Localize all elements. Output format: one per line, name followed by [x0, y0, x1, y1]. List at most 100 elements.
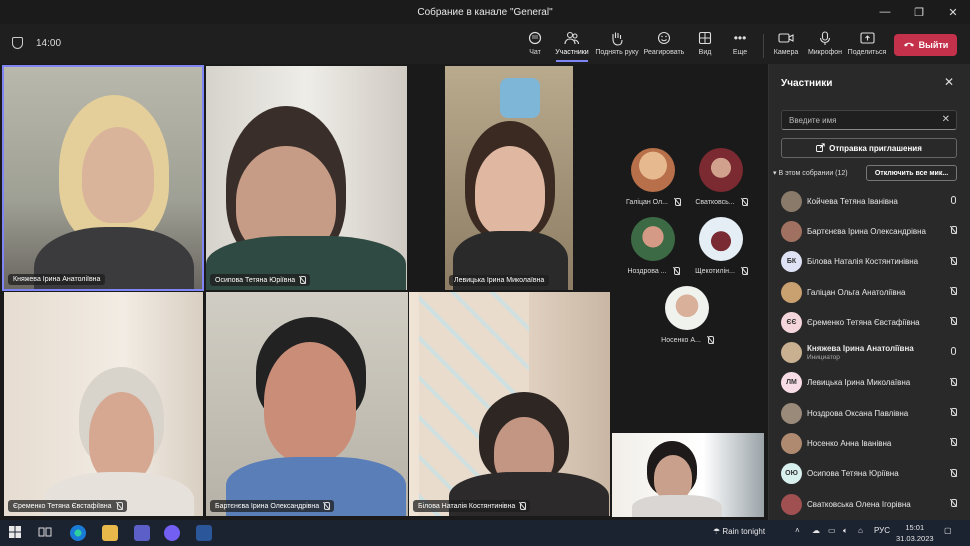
- raise-hand-button[interactable]: Поднять руку: [595, 28, 639, 62]
- participant-avatar-tile[interactable]: Носенко А...: [637, 286, 737, 344]
- avatar: [665, 286, 709, 330]
- video-tile[interactable]: Бартєнєва Ірина Олександрівна: [206, 292, 408, 516]
- camera-button[interactable]: Камера: [764, 28, 808, 62]
- participant-row[interactable]: ОЮ Осипова Тетяна Юріївна: [769, 459, 970, 489]
- microphone-button[interactable]: Микрофон: [803, 28, 847, 62]
- meeting-timer: 14:00: [36, 38, 62, 49]
- avatar: [781, 281, 802, 303]
- send-invite-button[interactable]: Отправка приглашения: [781, 138, 957, 158]
- participant-avatar-tile[interactable]: Сватковсь...: [671, 148, 771, 206]
- close-icon[interactable]: ✕: [936, 0, 970, 24]
- language-indicator[interactable]: РУС: [874, 526, 890, 535]
- participant-name: Єременко Тетяна Євстафіївна: [807, 317, 920, 327]
- self-preview-tile[interactable]: [612, 433, 764, 517]
- shield-icon: [12, 37, 23, 49]
- microphone-icon: [817, 30, 833, 46]
- avatar: [781, 342, 802, 364]
- avatar: [781, 433, 802, 455]
- chat-icon: [527, 30, 543, 46]
- word-icon[interactable]: [196, 525, 212, 541]
- avatar: [781, 190, 802, 212]
- video-tile[interactable]: Єременко Тетяна Євстафіївна: [4, 292, 203, 516]
- participant-name: Бартєнєва Ірина Олександрівна: [807, 226, 926, 236]
- taskbar: ☂ Rain tonight ˄ ☁ ▭ 🔈︎ ⌂ РУС 15:01 31.0…: [0, 520, 970, 546]
- microphone-icon: [951, 347, 956, 356]
- participant-row[interactable]: Бартєнєва Ірина Олександрівна: [769, 216, 970, 246]
- participant-name: Осипова Тетяна Юріївна: [807, 469, 899, 479]
- participant-row[interactable]: Носенко Анна Іванівна: [769, 428, 970, 458]
- leave-button[interactable]: Выйти: [894, 34, 957, 56]
- tile-name-label: Єременко Тетяна Євстафіївна: [8, 500, 127, 512]
- smile-icon: [656, 30, 672, 46]
- avatar: ЄЄ: [781, 311, 802, 333]
- video-tile[interactable]: Білова Наталія Костянтинівна: [409, 292, 610, 516]
- window-controls: — ❐ ✕: [868, 0, 970, 24]
- task-view-icon[interactable]: [38, 525, 54, 541]
- participant-row[interactable]: ЄЄ Єременко Тетяна Євстафіївна: [769, 307, 970, 337]
- avatar: [781, 493, 802, 515]
- mic-muted-icon: [950, 256, 957, 265]
- windows-start-icon[interactable]: [8, 525, 24, 541]
- participants-button[interactable]: Участники: [550, 28, 594, 62]
- umbrella-icon: ☂: [713, 527, 721, 536]
- title-bar: Собрание в канале "General" — ❐ ✕: [0, 0, 970, 24]
- minimize-icon[interactable]: —: [868, 0, 902, 24]
- mic-muted-icon: [950, 498, 957, 507]
- weather-widget[interactable]: ☂ Rain tonight: [713, 527, 765, 536]
- onedrive-icon[interactable]: ☁: [812, 526, 820, 535]
- video-tile[interactable]: Левицька Ірина Миколаївна: [445, 66, 573, 290]
- close-icon[interactable]: ✕: [944, 75, 954, 89]
- volume-icon[interactable]: 🔈︎: [843, 526, 848, 536]
- clear-icon[interactable]: ✕: [942, 114, 950, 125]
- maximize-icon[interactable]: ❐: [902, 0, 936, 24]
- file-explorer-icon[interactable]: [102, 525, 118, 541]
- tile-name-label: Княжева Ірина Анатоліївна: [8, 274, 106, 285]
- more-button[interactable]: ••• Еще: [718, 28, 762, 62]
- participant-row[interactable]: БК Білова Наталія Костянтинівна: [769, 247, 970, 277]
- participant-row[interactable]: ЛМ Левицька Ірина Миколаївна: [769, 368, 970, 398]
- window-title: Собрание в канале "General": [417, 6, 553, 18]
- participant-row[interactable]: Койчева Тетяна Іванівна: [769, 186, 970, 216]
- share-button[interactable]: Поделиться: [845, 28, 889, 62]
- mute-all-button[interactable]: Отключить все мик...: [866, 165, 957, 181]
- mic-muted-icon: [519, 502, 527, 510]
- tray-chevron-icon[interactable]: ˄: [795, 526, 800, 535]
- notifications-icon[interactable]: ▢: [944, 526, 952, 535]
- edge-icon[interactable]: [70, 525, 86, 541]
- participant-row[interactable]: Княжева Ірина Анатоліївна Инициатор: [769, 337, 970, 367]
- participant-row[interactable]: Галіцан Ольга Анатоліївна: [769, 277, 970, 307]
- video-tile[interactable]: Княжева Ірина Анатоліївна: [2, 65, 204, 291]
- viber-icon[interactable]: [164, 525, 180, 541]
- avatar: [631, 217, 675, 261]
- clock[interactable]: 15:01 31.03.2023: [896, 522, 934, 544]
- avatar: [781, 220, 802, 242]
- participant-row[interactable]: Ноздрова Оксана Павлівна: [769, 398, 970, 428]
- participant-name: Білова Наталія Костянтинівна: [807, 257, 919, 267]
- mic-muted-icon: [950, 317, 957, 326]
- network-icon[interactable]: ⌂: [858, 526, 863, 535]
- video-stage: Княжева Ірина Анатоліївна Осипова Тетяна…: [0, 64, 768, 520]
- teams-icon[interactable]: [134, 525, 150, 541]
- more-icon: •••: [733, 31, 747, 45]
- tile-name-label: Білова Наталія Костянтинівна: [413, 500, 531, 512]
- mic-muted-icon: [950, 286, 957, 295]
- in-meeting-section-toggle[interactable]: ▾ В этом собрании (12): [773, 169, 848, 177]
- participant-name: Носенко Анна Іванівна: [807, 439, 892, 449]
- video-tile[interactable]: Осипова Тетяна Юріївна: [206, 66, 407, 290]
- react-button[interactable]: Реагировать: [642, 28, 686, 62]
- display-icon[interactable]: ▭: [828, 526, 836, 535]
- share-link-icon: [816, 142, 825, 154]
- mic-muted-icon: [323, 502, 331, 510]
- mic-muted-icon: [116, 502, 123, 510]
- camera-icon: [778, 30, 794, 46]
- grid-icon: [697, 30, 713, 46]
- mic-muted-icon: [707, 336, 714, 344]
- participant-name: Ноздрова Оксана Павлівна: [807, 408, 909, 418]
- mic-muted-icon: [950, 377, 957, 386]
- participant-row[interactable]: Сватковська Олена Ігорівна: [769, 489, 970, 519]
- tile-name-label: Левицька Ірина Миколаївна: [449, 275, 550, 286]
- mic-muted-icon: [299, 276, 307, 284]
- participant-avatar-tile[interactable]: Щекотилін...: [671, 217, 771, 275]
- participant-name: Левицька Ірина Миколаївна: [807, 378, 911, 388]
- search-input[interactable]: Введите имя ✕: [781, 110, 957, 130]
